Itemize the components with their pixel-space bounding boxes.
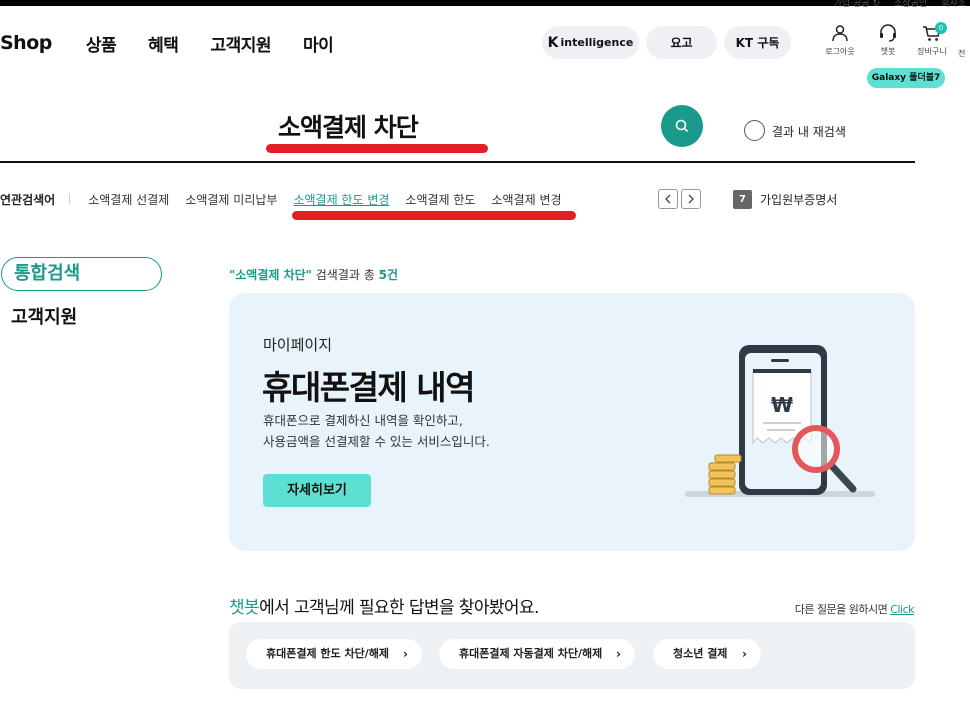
related-keywords: 연관검색어 소액결제 선결제 소액결제 미리납부 소액결제 한도 변경 소액결제…: [0, 191, 578, 207]
related-keyword[interactable]: 소액결제 선결제: [88, 191, 169, 208]
chatbot-button[interactable]: 챗봇: [868, 24, 908, 57]
result-summary: "소액결제 차단" 검색결과 총 5건: [229, 266, 398, 283]
chatbot-chip[interactable]: 청소년 결제 ›: [653, 639, 761, 669]
in-result-search-label: 결과 내 재검색: [772, 125, 846, 139]
intelligence-button[interactable]: K intelligence: [542, 26, 639, 59]
k-logo-icon: K: [547, 34, 559, 51]
result-query: "소액결제 차단": [229, 268, 312, 282]
chatbot-more-text: 다른 질문을 원하시면: [794, 603, 891, 616]
related-next-button[interactable]: [681, 189, 701, 209]
sidebar-item-all-search[interactable]: 통합검색: [1, 257, 162, 291]
brand-shop[interactable]: Shop: [0, 32, 52, 54]
galaxy-promo-tooltip[interactable]: Galaxy 폴더블7: [867, 68, 945, 88]
chevron-right-icon: [688, 194, 694, 204]
chip-label: 휴대폰결제 한도 차단/해제: [266, 647, 389, 660]
nav-my[interactable]: 마이: [303, 31, 334, 56]
result-desc-line: 사용금액을 선결제할 수 있는 서비스입니다.: [263, 434, 490, 449]
chatbot-more: 다른 질문을 원하시면 Click: [794, 601, 915, 617]
chip-label: 청소년 결제: [673, 647, 728, 660]
chevron-right-icon: ›: [616, 647, 621, 661]
result-summary-text: 검색결과 총: [311, 268, 379, 282]
chatbot-heading: 챗봇에서 고객님께 필요한 답변을 찾아봤어요.: [229, 593, 539, 618]
sidebar-item-customer-support[interactable]: 고객지원: [11, 303, 77, 329]
result-category: 마이페이지: [263, 336, 333, 354]
utility-link-join[interactable]: 가입·공공 ↻: [834, 0, 880, 14]
utility-link-company[interactable]: 회사소: [941, 0, 966, 14]
utility-links: 가입·공공 ↻ 소상공인 회사소: [834, 0, 970, 14]
chatbot-heading-highlight: 챗봇: [229, 598, 260, 618]
related-keyword[interactable]: 소액결제 한도: [405, 191, 475, 208]
person-icon: [832, 25, 848, 42]
chevron-right-icon: ›: [403, 647, 408, 661]
chatbot-chip[interactable]: 휴대폰결제 자동결제 차단/해제 ›: [439, 639, 635, 669]
receipt-magnifier-icon: ₩: [685, 345, 875, 497]
registration-certificate-link[interactable]: 가입원부증명서: [760, 191, 837, 208]
red-annotation-underline: [292, 211, 576, 220]
logout-label: 로그아웃: [825, 47, 855, 56]
document-icon: 7: [733, 190, 752, 209]
headset-icon: [880, 24, 896, 42]
won-symbol: ₩: [771, 393, 793, 417]
cart-label: 장바구니: [917, 47, 947, 56]
top-black-bar: [0, 0, 970, 6]
related-keyword-active[interactable]: 소액결제 한도 변경: [293, 191, 389, 208]
chatbot-suggestions: 휴대폰결제 한도 차단/해제 › 휴대폰결제 자동결제 차단/해제 › 청소년 …: [229, 622, 915, 689]
search-button[interactable]: [661, 105, 703, 147]
chatbot-click-link[interactable]: Click: [890, 603, 914, 616]
nav-support[interactable]: 고객지원: [210, 31, 271, 56]
related-prev-button[interactable]: [658, 189, 678, 209]
nav-products[interactable]: 상품: [86, 31, 117, 56]
in-result-search-radio[interactable]: [744, 120, 765, 141]
yogo-button[interactable]: 요고: [646, 26, 717, 59]
chevron-left-icon: [665, 194, 671, 204]
result-desc-line: 휴대폰으로 결제하신 내역을 확인하고,: [263, 413, 463, 428]
chatbot-heading-text: 에서 고객님께 필요한 답변을 찾아봤어요.: [259, 598, 539, 618]
search-icon: [675, 119, 688, 132]
utility-link-smallbiz[interactable]: 소상공인: [894, 0, 927, 14]
global-nav: Shop 상품 혜택 고객지원 마이: [0, 26, 365, 60]
related-keyword[interactable]: 소액결제 변경: [491, 191, 561, 208]
chevron-right-icon: ›: [742, 647, 747, 661]
intelligence-label: intelligence: [560, 36, 634, 49]
related-keywords-title: 연관검색어: [0, 192, 56, 207]
result-title: 휴대폰결제 내역: [262, 368, 476, 407]
red-annotation-underline: [266, 144, 488, 153]
result-card: 마이페이지 휴대폰결제 내역 휴대폰으로 결제하신 내역을 확인하고, 사용금액…: [229, 293, 915, 551]
result-count: 5건: [378, 268, 398, 282]
logout-button[interactable]: 로그아웃: [820, 24, 860, 57]
search-divider-line: [0, 161, 915, 163]
divider: [69, 194, 71, 204]
result-description: 휴대폰으로 결제하신 내역을 확인하고, 사용금액을 선결제할 수 있는 서비스…: [263, 410, 583, 452]
chatbot-chip[interactable]: 휴대폰결제 한도 차단/해제 ›: [246, 639, 422, 669]
detail-button[interactable]: 자세히보기: [263, 474, 371, 507]
search-input[interactable]: 소액결제 차단: [278, 108, 419, 144]
nav-benefits[interactable]: 혜택: [148, 31, 179, 56]
kt-subscribe-button[interactable]: KT 구독: [724, 26, 791, 59]
chatbot-label: 챗봇: [880, 47, 896, 56]
cart-count-badge: 0: [935, 22, 947, 34]
chip-label: 휴대폰결제 자동결제 차단/해제: [459, 647, 603, 660]
cart-button[interactable]: 0 장바구니: [912, 22, 952, 57]
all-menu-button[interactable]: 전: [958, 48, 970, 59]
related-keyword[interactable]: 소액결제 미리납부: [185, 191, 277, 208]
